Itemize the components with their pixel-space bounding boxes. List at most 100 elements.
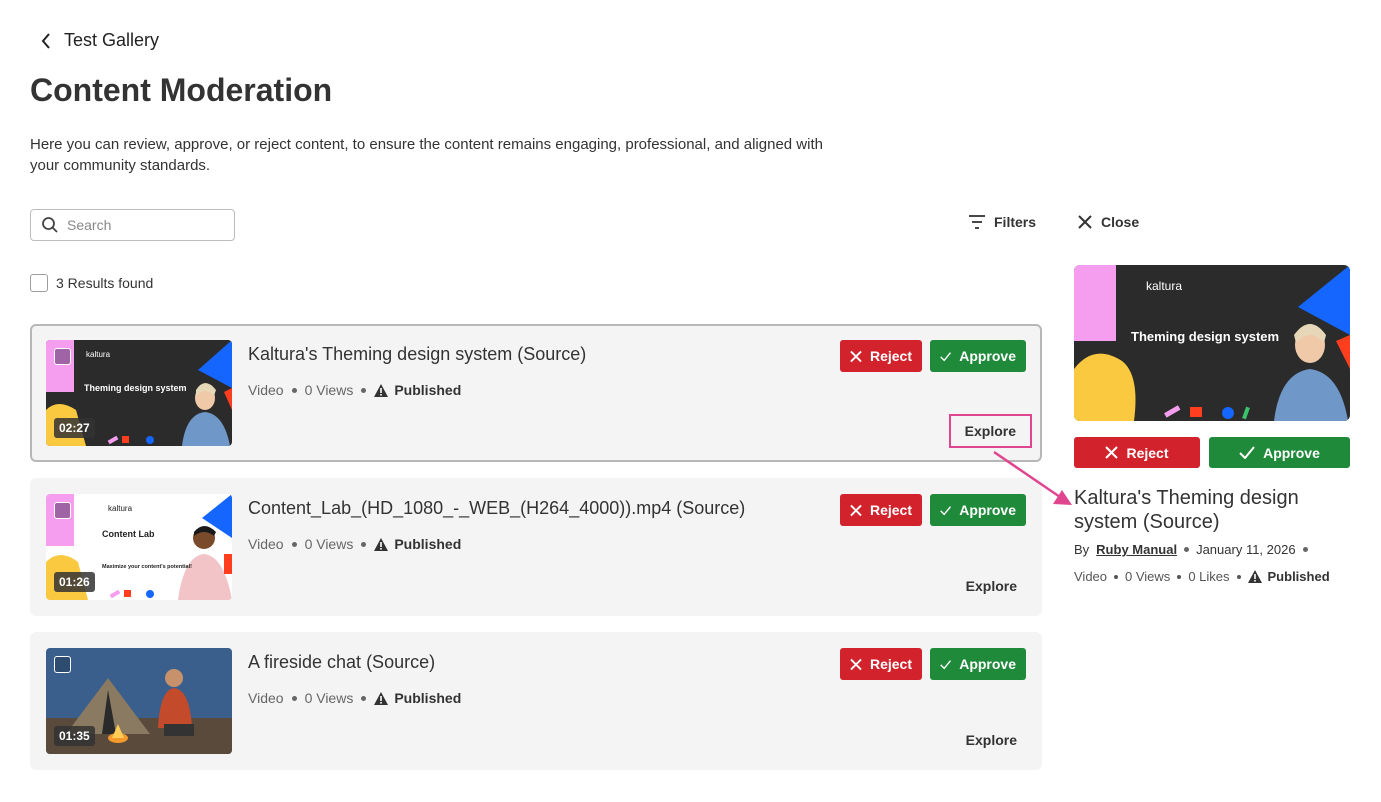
item-meta: Video 0 Views Published: [248, 382, 461, 398]
panel-title: Kaltura's Theming design system (Source): [1074, 487, 1299, 533]
explore-button[interactable]: Explore: [948, 414, 1032, 448]
separator-dot: [361, 695, 367, 701]
search-input[interactable]: [67, 217, 217, 233]
close-panel-button[interactable]: Close: [1077, 214, 1139, 230]
item-actions: Reject Approve: [840, 494, 1026, 526]
approve-label: Approve: [959, 502, 1016, 518]
approve-button[interactable]: Approve: [930, 494, 1026, 526]
separator-dot: [1302, 547, 1308, 552]
panel-views: 0 Views: [1125, 569, 1171, 584]
video-duration: 01:35: [54, 726, 95, 746]
reject-button[interactable]: Reject: [840, 340, 922, 372]
check-icon: [1239, 446, 1255, 459]
warning-icon: [374, 383, 389, 397]
check-icon: [940, 505, 952, 515]
svg-text:kaltura: kaltura: [108, 504, 133, 513]
separator-dot: [291, 695, 297, 701]
panel-meta: Video 0 Views 0 Likes Published: [1074, 569, 1330, 584]
results-summary: 3 Results found: [30, 274, 153, 292]
moderation-card[interactable]: kaltura Theming design system 02:27 Kalt…: [30, 324, 1042, 462]
video-duration: 01:26: [54, 572, 95, 592]
panel-likes: 0 Likes: [1188, 569, 1230, 584]
panel-approve-button[interactable]: Approve: [1209, 437, 1350, 468]
svg-text:Theming design system: Theming design system: [1131, 329, 1279, 344]
explore-button[interactable]: Explore: [966, 578, 1017, 594]
separator-dot: [1114, 574, 1119, 579]
status-badge: Published: [1247, 569, 1330, 584]
item-title[interactable]: A fireside chat (Source): [248, 652, 435, 673]
reject-label: Reject: [869, 656, 912, 672]
svg-text:Theming design system: Theming design system: [84, 383, 187, 393]
panel-actions: Reject Approve: [1074, 437, 1350, 468]
approve-button[interactable]: Approve: [930, 648, 1026, 680]
svg-text:Content Lab: Content Lab: [102, 529, 155, 539]
chevron-left-icon: [41, 32, 50, 49]
separator-dot: [361, 541, 367, 547]
close-icon: [850, 658, 862, 670]
filters-label: Filters: [994, 214, 1037, 230]
filter-icon: [969, 215, 985, 229]
by-label: By: [1074, 542, 1090, 557]
warning-icon: [374, 537, 389, 551]
reject-label: Reject: [869, 348, 912, 364]
approve-button[interactable]: Approve: [930, 340, 1026, 372]
close-icon: [1105, 446, 1119, 459]
svg-text:kaltura: kaltura: [86, 350, 111, 359]
page-title: Content Moderation: [30, 72, 333, 108]
item-checkbox[interactable]: [54, 348, 71, 365]
video-thumbnail[interactable]: 01:35: [46, 648, 232, 754]
item-checkbox[interactable]: [54, 502, 71, 519]
separator-dot: [1184, 547, 1190, 552]
item-views: 0 Views: [304, 536, 354, 552]
check-icon: [940, 659, 952, 669]
select-all-checkbox[interactable]: [30, 274, 48, 292]
panel-byline: By Ruby Manual January 11, 2026: [1074, 542, 1308, 557]
reject-label: Reject: [869, 502, 912, 518]
separator-dot: [291, 541, 297, 547]
approve-label: Approve: [1263, 444, 1320, 461]
close-icon: [850, 504, 862, 516]
item-actions: Reject Approve: [840, 648, 1026, 680]
close-icon: [850, 350, 862, 362]
item-checkbox[interactable]: [54, 656, 71, 673]
author-link[interactable]: Ruby Manual: [1096, 542, 1177, 557]
item-title[interactable]: Content_Lab_(HD_1080_-_WEB_(H264_4000)).…: [248, 498, 745, 519]
video-thumbnail[interactable]: kaltura Content Lab Maximize your conten…: [46, 494, 232, 600]
item-views: 0 Views: [304, 690, 354, 706]
approve-label: Approve: [959, 656, 1016, 672]
item-type: Video: [248, 690, 284, 706]
item-actions: Reject Approve: [840, 340, 1026, 372]
explore-button[interactable]: Explore: [966, 732, 1017, 748]
panel-video-player[interactable]: kaltura Theming design system: [1074, 265, 1350, 421]
video-thumbnail[interactable]: kaltura Theming design system 02:27: [46, 340, 232, 446]
moderation-card[interactable]: 01:35 A fireside chat (Source) Video 0 V…: [30, 632, 1042, 770]
close-label: Close: [1101, 214, 1140, 230]
status-label: Published: [394, 382, 462, 398]
status-badge: Published: [374, 382, 461, 398]
back-link[interactable]: Test Gallery: [40, 30, 159, 51]
panel-reject-button[interactable]: Reject: [1074, 437, 1200, 468]
search-icon: [42, 217, 58, 233]
warning-icon: [1247, 570, 1262, 583]
approve-label: Approve: [959, 348, 1016, 364]
back-link-label: Test Gallery: [64, 30, 160, 50]
status-label: Published: [1267, 569, 1330, 584]
item-title[interactable]: Kaltura's Theming design system (Source): [248, 344, 586, 365]
separator-dot: [1236, 574, 1241, 579]
status-label: Published: [394, 690, 462, 706]
separator-dot: [361, 387, 367, 393]
warning-icon: [374, 691, 389, 705]
moderation-card[interactable]: kaltura Content Lab Maximize your conten…: [30, 478, 1042, 616]
item-meta: Video 0 Views Published: [248, 690, 461, 706]
status-badge: Published: [374, 536, 461, 552]
item-type: Video: [248, 382, 284, 398]
reject-button[interactable]: Reject: [840, 494, 922, 526]
separator-dot: [291, 387, 297, 393]
svg-text:kaltura: kaltura: [1146, 279, 1182, 293]
svg-text:Maximize your content's potent: Maximize your content's potential!: [102, 564, 192, 570]
filters-button[interactable]: Filters: [968, 214, 1036, 230]
status-badge: Published: [374, 690, 461, 706]
publish-date: January 11, 2026: [1196, 542, 1296, 557]
reject-button[interactable]: Reject: [840, 648, 922, 680]
search-box[interactable]: [30, 209, 235, 241]
